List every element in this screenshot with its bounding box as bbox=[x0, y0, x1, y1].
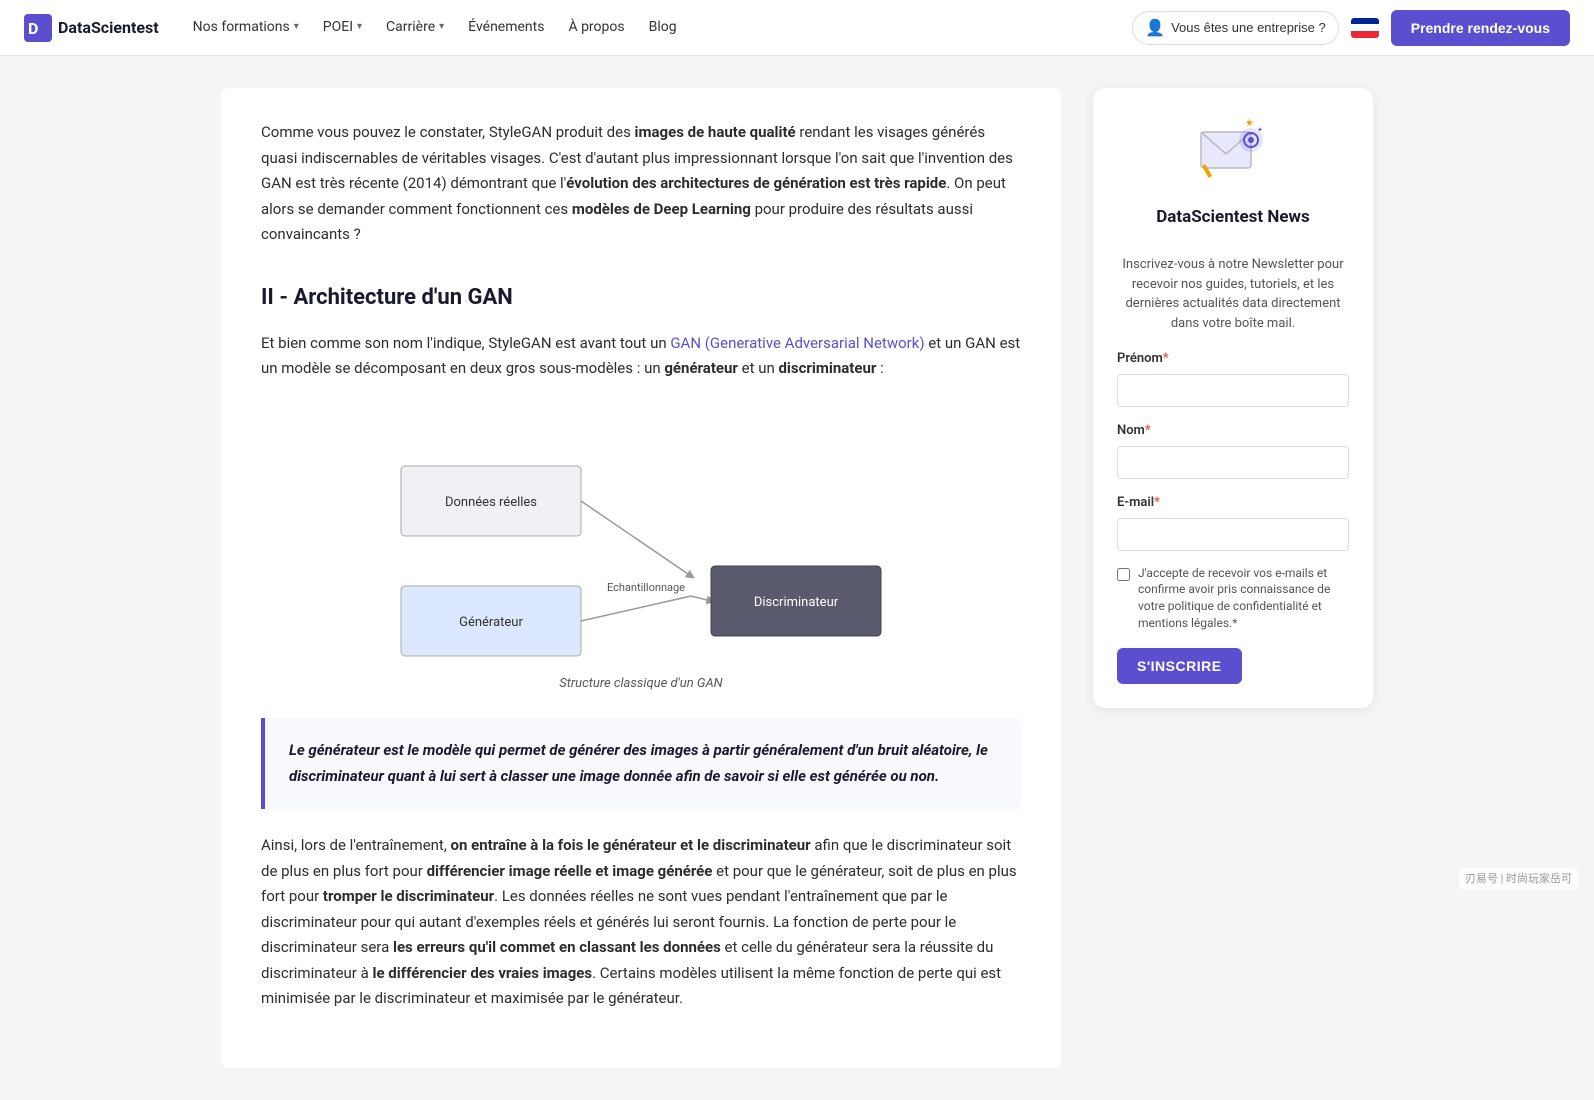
svg-text:Echantillonnage: Echantillonnage bbox=[607, 581, 685, 594]
body-paragraph: Ainsi, lors de l'entraînement, on entraî… bbox=[261, 833, 1021, 1012]
gan-diagram: Données réelles Générateur Echantillonna… bbox=[261, 406, 1021, 695]
logo-icon: D bbox=[24, 14, 52, 42]
svg-text:★: ★ bbox=[1245, 118, 1254, 129]
chevron-down-icon: ▾ bbox=[294, 19, 299, 35]
prenom-label: Prénom* bbox=[1117, 349, 1349, 370]
subscribe-button[interactable]: S'INSCRIRE bbox=[1117, 648, 1242, 684]
navbar: D DataScientest Nos formations ▾ POEI ▾ … bbox=[0, 0, 1594, 56]
newsletter-title: DataScientest News bbox=[1156, 204, 1310, 231]
diagram-caption: Structure classique d'un GAN bbox=[559, 674, 722, 695]
main-content: Comme vous pouvez le constater, StyleGAN… bbox=[221, 88, 1061, 1068]
checkbox-row: J'accepte de recevoir vos e-mails et con… bbox=[1117, 565, 1349, 632]
checkbox-required: * bbox=[1232, 616, 1237, 630]
nav-evenements-label: Événements bbox=[468, 16, 544, 38]
nom-input[interactable] bbox=[1117, 446, 1349, 479]
navbar-right: 👤 Vous êtes une entreprise ? Prendre ren… bbox=[1132, 10, 1570, 46]
flag-blue bbox=[1351, 18, 1379, 25]
cta-button[interactable]: Prendre rendez-vous bbox=[1391, 10, 1570, 46]
nav-poei[interactable]: POEI ▾ bbox=[313, 10, 372, 44]
logo-link[interactable]: D DataScientest bbox=[24, 14, 159, 42]
nom-required: * bbox=[1145, 423, 1151, 438]
svg-text:✦: ✦ bbox=[1257, 126, 1263, 134]
nom-label: Nom* bbox=[1117, 421, 1349, 442]
gan-link[interactable]: GAN (Generative Adversarial Network) bbox=[670, 334, 924, 352]
flag-white bbox=[1351, 24, 1379, 31]
email-required: * bbox=[1154, 495, 1160, 510]
newsletter-card: ★ ✦ DataScientest News Inscrivez-vous à … bbox=[1093, 88, 1373, 708]
nav-apropos-label: À propos bbox=[568, 16, 624, 38]
svg-text:Générateur: Générateur bbox=[459, 615, 523, 630]
svg-text:D: D bbox=[28, 19, 38, 38]
nav-blog[interactable]: Blog bbox=[639, 10, 687, 44]
flag-red bbox=[1351, 31, 1379, 38]
main-nav: Nos formations ▾ POEI ▾ Carrière ▾ Événe… bbox=[183, 10, 1124, 44]
prenom-group: Prénom* bbox=[1117, 349, 1349, 407]
email-group: E-mail* bbox=[1117, 493, 1349, 551]
nav-formations[interactable]: Nos formations ▾ bbox=[183, 10, 309, 44]
chevron-down-icon: ▾ bbox=[357, 19, 362, 35]
chevron-down-icon: ▾ bbox=[439, 19, 444, 35]
nom-group: Nom* bbox=[1117, 421, 1349, 479]
newsletter-icon: ★ ✦ bbox=[1193, 112, 1273, 192]
page-wrapper: Comme vous pouvez le constater, StyleGAN… bbox=[197, 56, 1397, 1100]
email-label: E-mail* bbox=[1117, 493, 1349, 514]
nav-carriere[interactable]: Carrière ▾ bbox=[376, 10, 454, 44]
highlight-block: Le générateur est le modèle qui permet d… bbox=[261, 718, 1021, 809]
newsletter-svg-icon: ★ ✦ bbox=[1193, 112, 1273, 192]
consent-checkbox[interactable] bbox=[1117, 568, 1130, 581]
email-input[interactable] bbox=[1117, 518, 1349, 551]
newsletter-desc: Inscrivez-vous à notre Newsletter pour r… bbox=[1117, 255, 1349, 333]
diagram-svg: Données réelles Générateur Echantillonna… bbox=[381, 406, 901, 666]
sidebar: ★ ✦ DataScientest News Inscrivez-vous à … bbox=[1093, 88, 1373, 1068]
logo-text: DataScientest bbox=[58, 15, 159, 41]
newsletter-header: ★ ✦ DataScientest News bbox=[1117, 112, 1349, 239]
nav-blog-label: Blog bbox=[649, 16, 677, 38]
enterprise-button[interactable]: 👤 Vous êtes une entreprise ? bbox=[1132, 11, 1339, 45]
nav-poei-label: POEI bbox=[323, 16, 353, 38]
highlight-text: Le générateur est le modèle qui permet d… bbox=[289, 738, 997, 789]
section-heading: II - Architecture d'un GAN bbox=[261, 280, 1021, 315]
prenom-required: * bbox=[1163, 351, 1169, 366]
intro-paragraph: Comme vous pouvez le constater, StyleGAN… bbox=[261, 120, 1021, 248]
watermark: 刃易号 | 时尚玩家岳可 bbox=[1459, 868, 1578, 890]
section-intro: Et bien comme son nom l'indique, StyleGA… bbox=[261, 331, 1021, 382]
prenom-input[interactable] bbox=[1117, 374, 1349, 407]
svg-text:Discriminateur: Discriminateur bbox=[754, 595, 839, 610]
language-flag[interactable] bbox=[1351, 18, 1379, 38]
svg-text:Données réelles: Données réelles bbox=[445, 495, 537, 510]
nav-carriere-label: Carrière bbox=[386, 16, 435, 38]
enterprise-icon: 👤 bbox=[1145, 18, 1165, 38]
nav-apropos[interactable]: À propos bbox=[558, 10, 634, 44]
nav-evenements[interactable]: Événements bbox=[458, 10, 554, 44]
enterprise-label: Vous êtes une entreprise ? bbox=[1171, 20, 1326, 35]
gan-diagram-svg: Données réelles Générateur Echantillonna… bbox=[381, 406, 901, 666]
checkbox-label: J'accepte de recevoir vos e-mails et con… bbox=[1138, 565, 1349, 632]
nav-formations-label: Nos formations bbox=[193, 16, 290, 38]
newsletter-form: Prénom* Nom* E-mail* bbox=[1117, 349, 1349, 684]
